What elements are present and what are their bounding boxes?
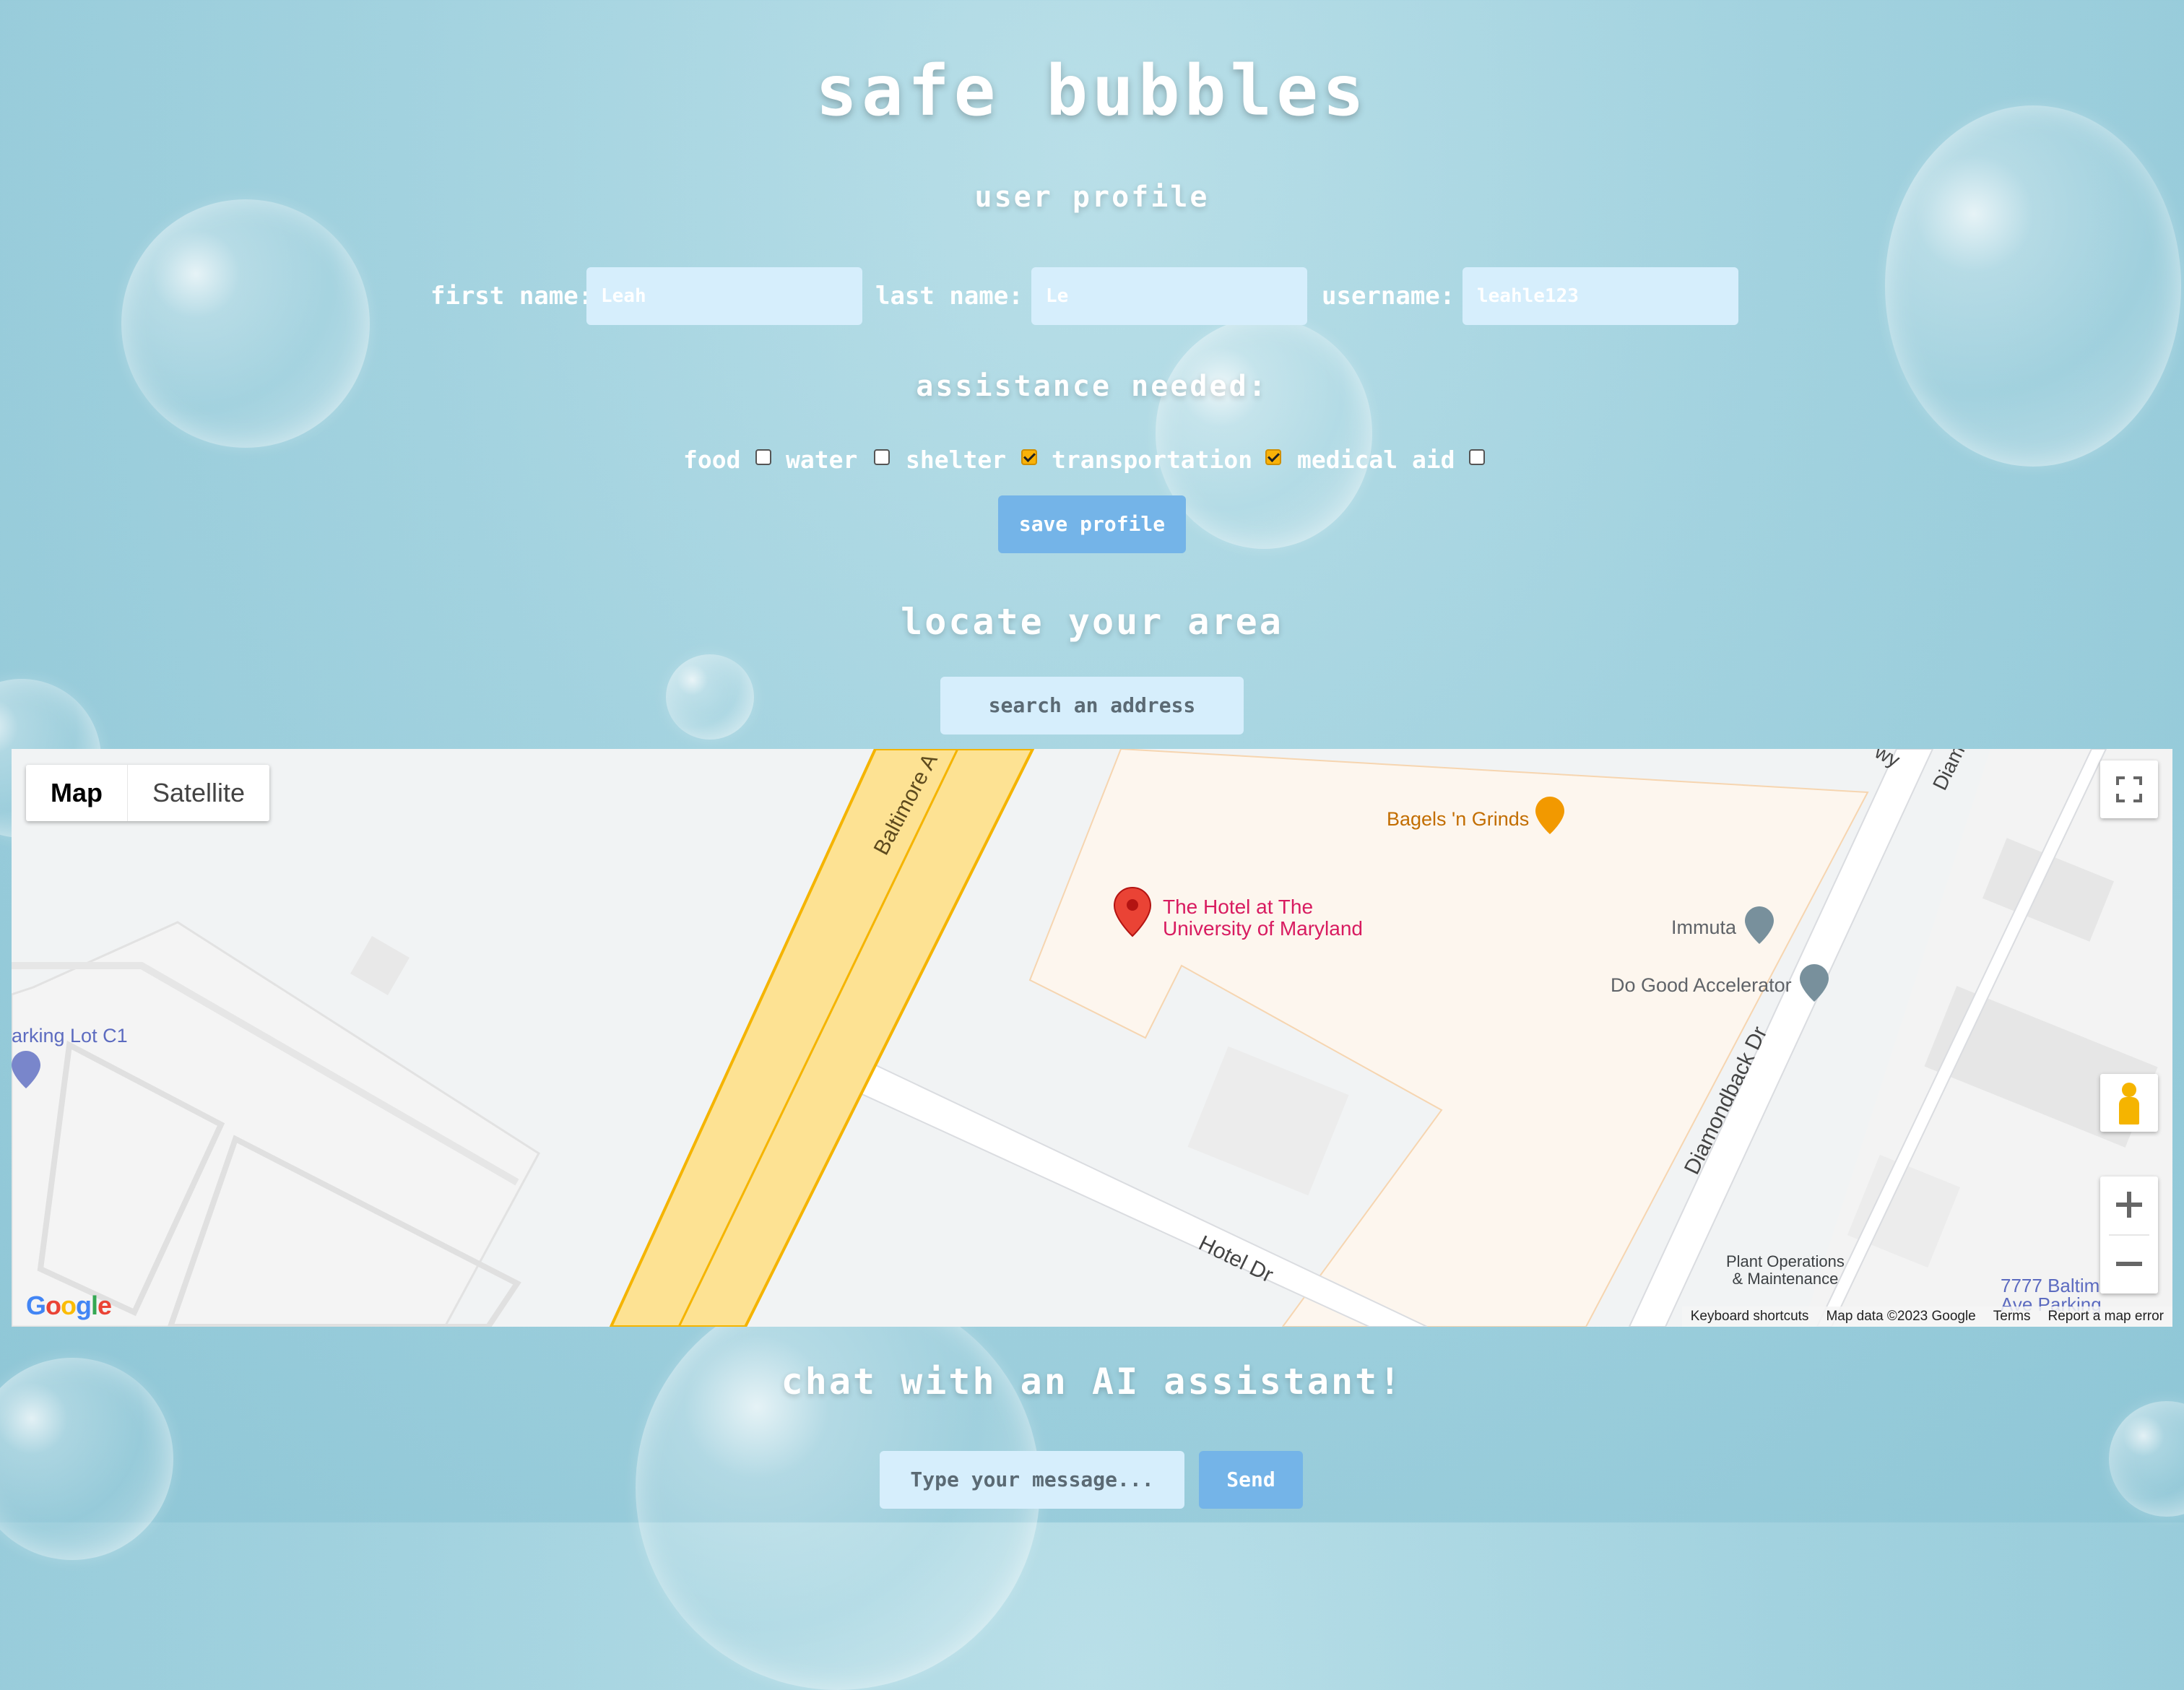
map-data-text: Map data ©2023 Google — [1826, 1309, 1976, 1324]
street-view-button[interactable] — [2100, 1074, 2158, 1132]
chat-message-input[interactable]: Type your message... — [880, 1451, 1184, 1509]
road-median — [677, 749, 959, 1327]
option-transportation-checkbox[interactable] — [1265, 449, 1281, 465]
send-button[interactable]: Send — [1199, 1451, 1303, 1509]
plant-ops-label[interactable]: Plant Operations & Maintenance — [1726, 1253, 1845, 1288]
last-name-field[interactable]: Le — [1031, 267, 1307, 325]
map-attribution: Keyboard shortcuts Map data ©2023 Google… — [1681, 1306, 2172, 1327]
username-label: username: — [1322, 282, 1455, 311]
zoom-out-button[interactable] — [2100, 1236, 2158, 1294]
map-type-satellite-button[interactable]: Satellite — [128, 765, 269, 821]
first-name-label: first name: — [430, 282, 594, 311]
hotel-label-line1: The Hotel at The — [1163, 896, 1314, 918]
campus-area — [1028, 749, 1869, 1327]
option-shelter-label: shelter — [906, 446, 1007, 474]
parking-area — [12, 921, 540, 1327]
option-medical-aid-label: medical aid — [1297, 446, 1455, 474]
minus-icon — [2116, 1262, 2142, 1266]
plant-ops-line2: & Maintenance — [1732, 1270, 1839, 1288]
profile-heading: user profile — [974, 181, 1210, 214]
save-profile-button[interactable]: save profile — [998, 495, 1186, 553]
option-water-label: water — [786, 446, 858, 474]
immuta-label[interactable]: Immuta — [1671, 916, 1736, 939]
first-name-field[interactable]: Leah — [586, 267, 862, 325]
hotel-label[interactable]: The Hotel at The University of Maryland — [1163, 896, 1363, 940]
report-map-error-link[interactable]: Report a map error — [2048, 1306, 2164, 1327]
bagels-label[interactable]: Bagels 'n Grinds — [1387, 808, 1529, 831]
assistance-heading: assistance needed: — [916, 370, 1268, 403]
plant-ops-line1: Plant Operations — [1726, 1252, 1845, 1270]
assistance-options: food water shelter transportation medica… — [0, 442, 2184, 478]
chat-heading: chat with an AI assistant! — [781, 1361, 1403, 1403]
option-shelter-checkbox[interactable] — [1021, 449, 1037, 465]
baltimore-ave-road — [609, 749, 1035, 1327]
option-food-checkbox[interactable] — [755, 449, 771, 465]
bubble-decoration — [666, 654, 754, 740]
keyboard-shortcuts-link[interactable]: Keyboard shortcuts — [1691, 1306, 1809, 1327]
map-type-map-button[interactable]: Map — [26, 765, 128, 821]
map-type-control: Map Satellite — [26, 765, 270, 821]
bubble-decoration — [1156, 318, 1372, 549]
fullscreen-button[interactable] — [2100, 760, 2158, 818]
bubble-decoration — [2109, 1401, 2184, 1517]
option-medical-aid-checkbox[interactable] — [1469, 449, 1485, 465]
map-canvas — [12, 749, 2172, 1327]
zoom-control — [2100, 1176, 2158, 1294]
app-title: safe bubbles — [815, 51, 1369, 131]
building — [350, 936, 410, 995]
last-name-label: last name: — [875, 282, 1023, 311]
zoom-in-button[interactable] — [2100, 1176, 2158, 1234]
google-logo[interactable]: Google — [26, 1291, 112, 1321]
do-good-label[interactable]: Do Good Accelerator — [1611, 974, 1792, 997]
building — [1187, 1046, 1349, 1196]
locate-heading: locate your area — [901, 601, 1283, 643]
profile-form: first name: Leah last name: Le username:… — [0, 267, 2184, 325]
hotel-marker-dot — [1127, 899, 1138, 911]
option-food-label: food — [683, 446, 741, 474]
option-transportation-label: transportation — [1052, 446, 1253, 474]
hotel-label-line2: University of Maryland — [1163, 917, 1363, 940]
parking-label[interactable]: arking Lot C1 — [12, 1025, 128, 1047]
username-field[interactable]: leahle123 — [1462, 267, 1738, 325]
option-water-checkbox[interactable] — [874, 449, 890, 465]
pegman-icon — [2122, 1083, 2136, 1097]
address-search-input[interactable]: search an address — [940, 677, 1244, 734]
terms-link[interactable]: Terms — [1993, 1306, 2031, 1327]
map-view[interactable]: Map Satellite The Hotel at The Universit… — [12, 749, 2172, 1327]
